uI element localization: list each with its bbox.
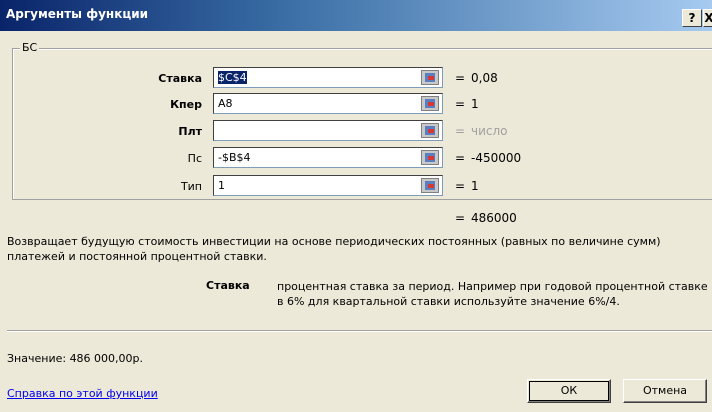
- question-icon: ?: [688, 11, 696, 25]
- ok-button[interactable]: ОК: [527, 379, 611, 403]
- argument-help-text: процентная ставка за период. Например пр…: [277, 280, 708, 308]
- formula-result: 486000: [471, 211, 517, 225]
- argument-result: 1: [471, 179, 479, 193]
- formula-result-equals: =: [455, 211, 466, 225]
- argument-row-stavka: Ставка $C$4 = 0,08: [0, 67, 712, 89]
- collapse-dialog-icon[interactable]: [421, 96, 439, 111]
- help-button[interactable]: ?: [682, 9, 702, 27]
- argument-label: Плт: [178, 125, 202, 138]
- collapse-dialog-icon[interactable]: [421, 123, 439, 138]
- argument-result: число: [471, 124, 508, 138]
- argument-row-tip: Тип 1 = 1: [0, 175, 712, 197]
- equals-sign: =: [455, 71, 466, 85]
- argument-label: Ставка: [158, 72, 202, 85]
- argument-help-name: Ставка: [206, 279, 250, 292]
- argument-row-plt: Плт = число: [0, 120, 712, 142]
- window-title: Аргументы функции: [6, 7, 149, 21]
- argument-label: Кпер: [170, 98, 202, 111]
- cancel-button[interactable]: Отмена: [623, 379, 707, 403]
- argument-label: Тип: [180, 180, 202, 193]
- equals-sign: =: [455, 124, 466, 138]
- argument-result: 0,08: [471, 71, 498, 85]
- close-button[interactable]: X: [703, 9, 712, 27]
- argument-label: Пс: [187, 152, 202, 165]
- argument-input-kper[interactable]: A8: [213, 93, 443, 114]
- function-name: БС: [20, 41, 40, 54]
- divider: [7, 330, 712, 332]
- argument-input-ps[interactable]: -$B$4: [213, 147, 443, 168]
- equals-sign: =: [455, 97, 466, 111]
- close-icon: X: [704, 11, 712, 25]
- help-link[interactable]: Справка по этой функции: [7, 387, 158, 400]
- equals-sign: =: [455, 151, 466, 165]
- formula-value: Значение: 486 000,00р.: [7, 352, 144, 365]
- argument-row-kper: Кпер A8 = 1: [0, 93, 712, 115]
- argument-result: 1: [471, 97, 479, 111]
- argument-input-tip[interactable]: 1: [213, 175, 443, 196]
- equals-sign: =: [455, 179, 466, 193]
- title-bar[interactable]: Аргументы функции ? X: [0, 0, 712, 31]
- collapse-dialog-icon[interactable]: [421, 70, 439, 85]
- argument-result: -450000: [471, 151, 522, 165]
- collapse-dialog-icon[interactable]: [421, 178, 439, 193]
- function-arguments-dialog: Аргументы функции ? X БС Ставка $C$4 = 0…: [0, 0, 712, 412]
- function-description: Возвращает будущую стоимость инвестиции …: [7, 235, 661, 263]
- argument-row-ps: Пс -$B$4 = -450000: [0, 147, 712, 169]
- selected-text: $C$4: [218, 71, 247, 84]
- collapse-dialog-icon[interactable]: [421, 150, 439, 165]
- argument-input-stavka[interactable]: $C$4: [213, 67, 443, 88]
- argument-input-plt[interactable]: [213, 120, 443, 141]
